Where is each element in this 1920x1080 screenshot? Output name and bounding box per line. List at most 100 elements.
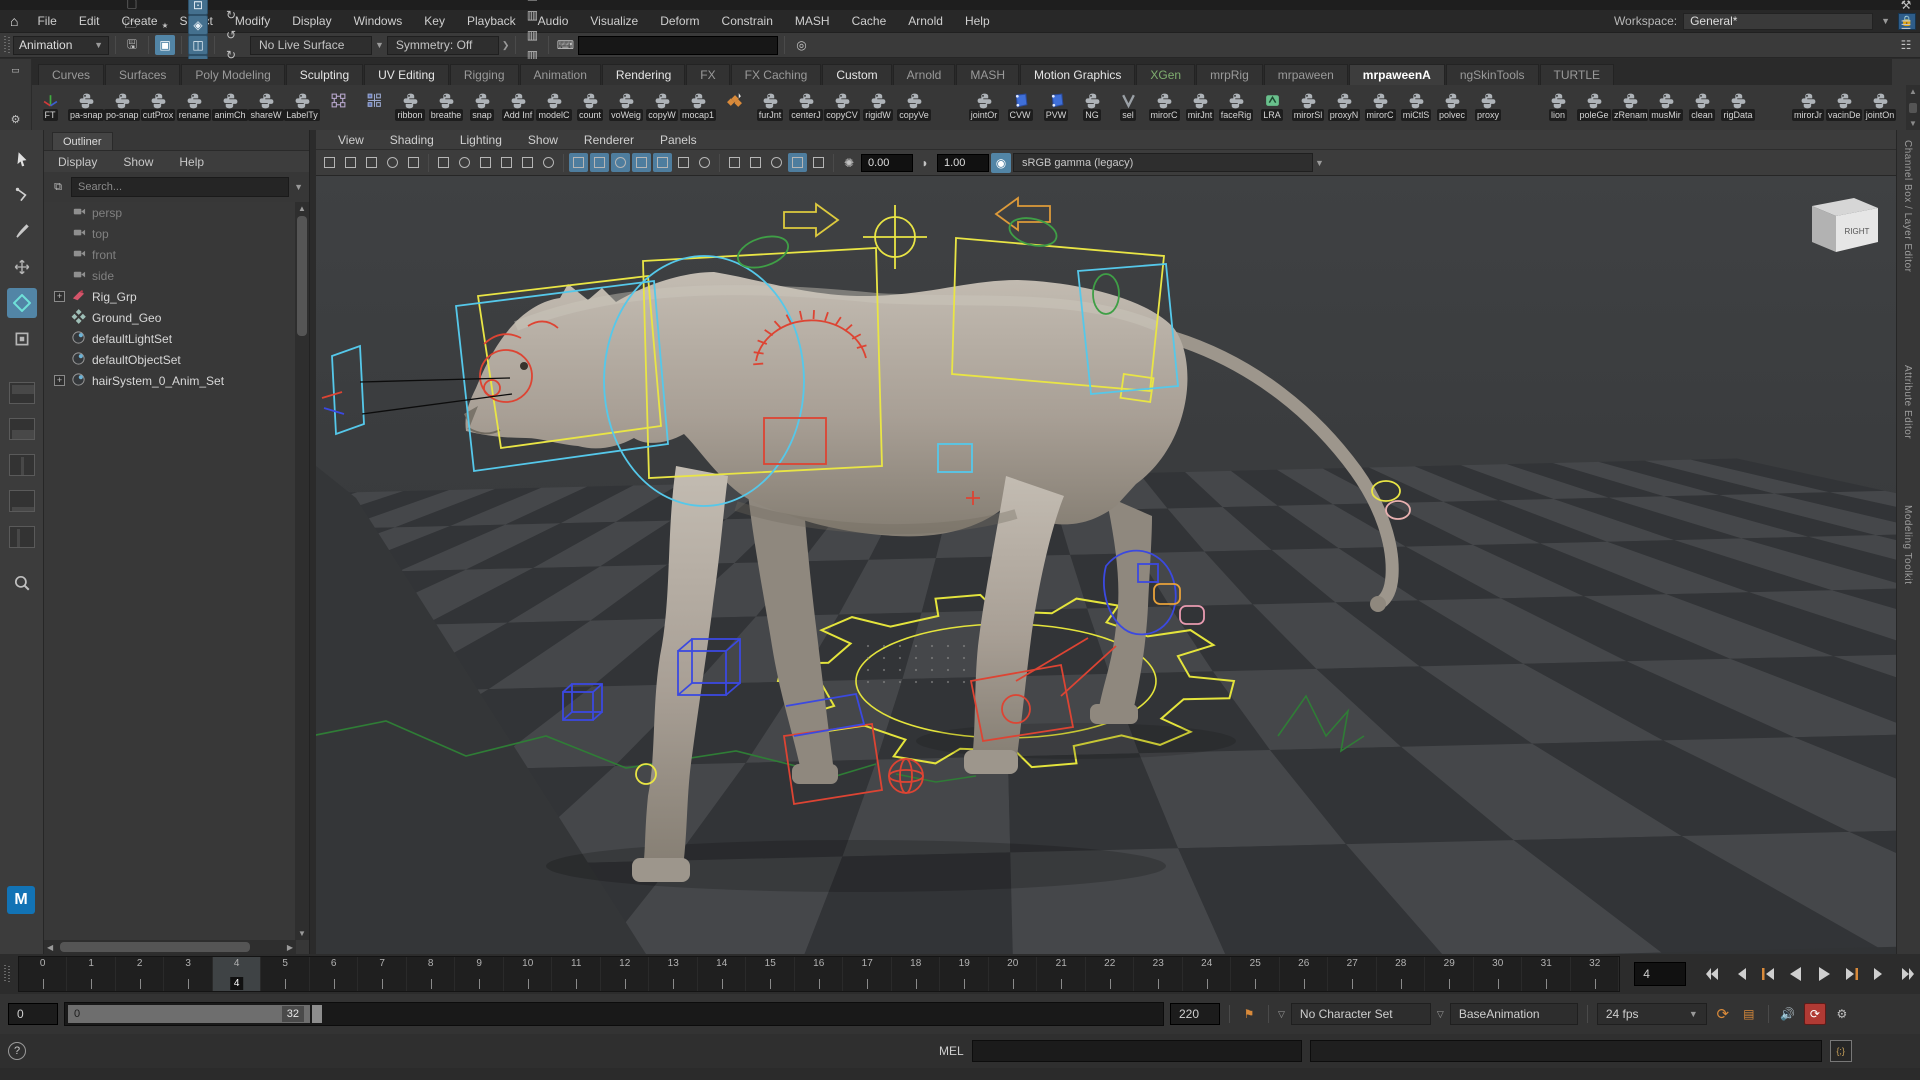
command-input[interactable]	[972, 1040, 1302, 1062]
menu-deform[interactable]: Deform	[649, 14, 710, 28]
quick-selection-input[interactable]	[578, 36, 778, 55]
shelf-button-rigData[interactable]: rigData	[1720, 87, 1756, 128]
outliner-item-defaultobjectset[interactable]: defaultObjectSet	[44, 349, 296, 370]
outliner-item-persp[interactable]: persp	[44, 202, 296, 223]
play-forward-button[interactable]	[1812, 962, 1836, 986]
shelf-button-miCtlS[interactable]: miCtlS	[1398, 87, 1434, 128]
shelf-tab-animation[interactable]: Animation	[520, 64, 601, 85]
viewport-menu-renderer[interactable]: Renderer	[572, 133, 646, 147]
outliner-item-top[interactable]: top	[44, 223, 296, 244]
menu-file[interactable]: File	[26, 14, 67, 28]
shelf-button-furJnt[interactable]: furJnt	[752, 87, 788, 128]
playblast-icon[interactable]: ▤	[1739, 1004, 1759, 1024]
symmetry-field[interactable]: Symmetry: Off	[387, 36, 499, 55]
timeline-frame-20[interactable]: 20	[989, 957, 1038, 991]
timeline-frame-9[interactable]: 9	[455, 957, 504, 991]
shelf-button-voWeig[interactable]: voWeig	[608, 87, 644, 128]
render-sequence-icon[interactable]: ▥	[522, 25, 542, 45]
workspace-select[interactable]: General*	[1683, 13, 1873, 30]
shelf-button-LabelTy[interactable]: LabelTy	[284, 87, 320, 128]
outliner-tab[interactable]: Outliner	[52, 132, 113, 150]
timeline-frame-30[interactable]: 30	[1474, 957, 1523, 991]
fps-select[interactable]: 24 fps ▼	[1597, 1003, 1707, 1025]
menu-mash[interactable]: MASH	[784, 14, 841, 28]
menu-edit[interactable]: Edit	[68, 14, 111, 28]
timeline-frame-16[interactable]: 16	[795, 957, 844, 991]
gamma-icon[interactable]: ◗	[915, 153, 935, 173]
shelf-tab-mrprig[interactable]: mrpRig	[1196, 64, 1263, 85]
viewport-toolbar-icon-13[interactable]	[569, 153, 588, 172]
expand-icon[interactable]: +	[54, 291, 65, 302]
menu-arnold[interactable]: Arnold	[897, 14, 954, 28]
shelf-tab-fx[interactable]: FX	[686, 64, 729, 85]
shelf-tab-mrpaween[interactable]: mrpaween	[1264, 64, 1348, 85]
symmetry-chevron-icon[interactable]: ❯	[502, 40, 510, 51]
viewport-menu-view[interactable]: View	[326, 133, 376, 147]
step-back-key-button[interactable]	[1756, 962, 1780, 986]
shelf-tab-sculpting[interactable]: Sculpting	[286, 64, 363, 85]
exposure-icon[interactable]: ✺	[839, 153, 859, 173]
animation-preferences-icon[interactable]: ⚙	[1832, 1004, 1852, 1024]
shelf-button-Add Inf[interactable]: Add Inf	[500, 87, 536, 128]
anim-layer-chevron-icon[interactable]: ▽	[1437, 1009, 1444, 1020]
playback-start-field[interactable]: 0	[8, 1003, 58, 1025]
shelf-button-orange[interactable]	[716, 87, 752, 128]
timeline-frame-32[interactable]: 32	[1571, 957, 1620, 991]
anim-layer-field[interactable]: BaseAnimation	[1450, 1003, 1578, 1025]
select-object-icon[interactable]: ▣	[155, 35, 175, 55]
shelf-tab-custom[interactable]: Custom	[822, 64, 891, 85]
shelf-button-snap[interactable]: snap	[464, 87, 500, 128]
scroll-left-icon[interactable]: ◀	[47, 943, 53, 952]
statusline-grip[interactable]	[4, 36, 10, 54]
workspace-chevron-icon[interactable]: ▼	[1881, 16, 1890, 26]
step-forward-frame-button[interactable]	[1868, 962, 1892, 986]
viewport-toolbar-icon-0[interactable]	[320, 153, 339, 172]
shelf-button-clean[interactable]: clean	[1684, 87, 1720, 128]
snap-to-view-plane-icon[interactable]: ◫	[188, 35, 208, 55]
viewport-toolbar-icon-10[interactable]	[518, 153, 537, 172]
timeline-frame-26[interactable]: 26	[1280, 957, 1329, 991]
viewport-toolbar-icon-16[interactable]	[632, 153, 651, 172]
shelf-tab-rigging[interactable]: Rigging	[450, 64, 519, 85]
rotate-tool[interactable]	[7, 288, 37, 318]
shelf-button-sel[interactable]: sel	[1110, 87, 1146, 128]
menu-display[interactable]: Display	[281, 14, 342, 28]
outliner-menu-show[interactable]: Show	[123, 155, 153, 169]
live-surface-field[interactable]: No Live Surface	[250, 36, 372, 55]
panel-tab-attribute-editor[interactable]: Attribute Editor	[1902, 365, 1913, 439]
colorspace-chevron-icon[interactable]: ▼	[1315, 158, 1324, 168]
shelf-button-mirorJr[interactable]: mirorJr	[1790, 87, 1826, 128]
shelf-tab-mash[interactable]: MASH	[956, 64, 1019, 85]
save-scene-icon[interactable]: 🖫	[122, 35, 142, 55]
mute-audio-icon[interactable]: 🔊	[1778, 1004, 1798, 1024]
expand-icon[interactable]: +	[54, 375, 65, 386]
timeline-frame-1[interactable]: 1	[67, 957, 116, 991]
shelf-button-shareW[interactable]: shareW	[248, 87, 284, 128]
viewport-toolbar-icon-14[interactable]	[590, 153, 609, 172]
timeline-frame-6[interactable]: 6	[310, 957, 359, 991]
outliner-persp-layout[interactable]	[9, 526, 35, 548]
viewport-toolbar-icon-24[interactable]	[788, 153, 807, 172]
timeline-frame-29[interactable]: 29	[1425, 957, 1474, 991]
viewport-toolbar-icon-1[interactable]	[341, 153, 360, 172]
shelf-button-faceRig[interactable]: faceRig	[1218, 87, 1254, 128]
timeline-frame-18[interactable]: 18	[892, 957, 941, 991]
shelf-button-PVW[interactable]: PVW	[1038, 87, 1074, 128]
go-to-end-button[interactable]	[1896, 962, 1920, 986]
viewport-toolbar-icon-6[interactable]	[434, 153, 453, 172]
shelf-button-jointOr[interactable]: jointOr	[966, 87, 1002, 128]
panel-tab-modeling-toolkit[interactable]: Modeling Toolkit	[1902, 505, 1913, 585]
scroll-right-icon[interactable]: ▶	[287, 943, 293, 952]
shelf-tab-uv-editing[interactable]: UV Editing	[364, 64, 449, 85]
scroll-up-icon[interactable]: ▲	[298, 204, 306, 213]
playback-loop-icon[interactable]: ⟳	[1713, 1004, 1733, 1024]
shelf-button-lattice[interactable]	[320, 87, 356, 128]
timeline-frame-0[interactable]: 0	[19, 957, 68, 991]
timeline-ticks[interactable]: 0123445678910111213141516171819202122232…	[18, 956, 1620, 992]
shelf-button-FT[interactable]: FT	[32, 87, 68, 128]
shelf-tab-poly-modeling[interactable]: Poly Modeling	[181, 64, 284, 85]
scroll-down-icon[interactable]: ▼	[298, 929, 306, 938]
shelf-button-CVW[interactable]: CVW	[1002, 87, 1038, 128]
viewport-toolbar-icon-18[interactable]	[674, 153, 693, 172]
shelf-button-lion[interactable]: lion	[1540, 87, 1576, 128]
